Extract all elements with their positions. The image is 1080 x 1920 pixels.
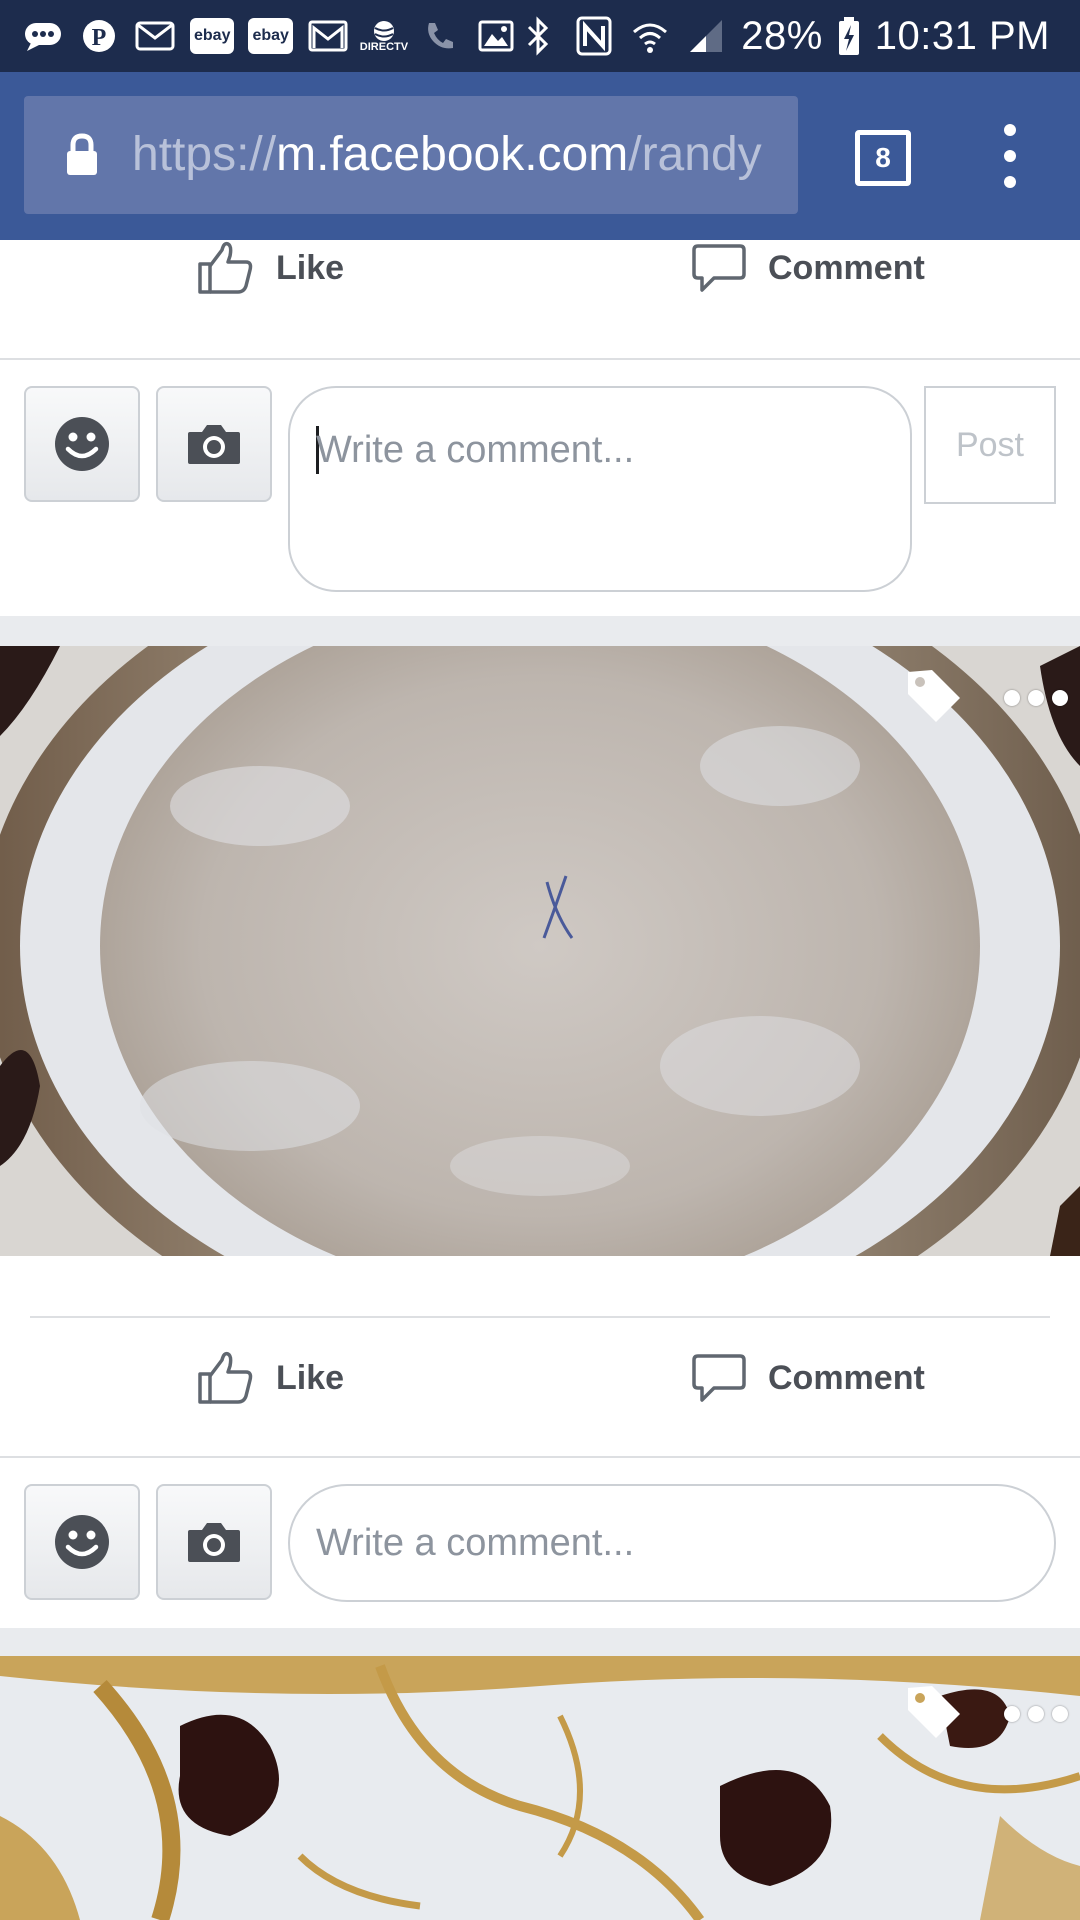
pinterest-icon: P <box>78 15 120 57</box>
menu-dot <box>1004 124 1016 136</box>
like-label: Like <box>276 1358 345 1397</box>
overflow-menu-button[interactable] <box>990 124 1030 188</box>
post-photo-1[interactable]: X <box>0 646 1080 1256</box>
notification-icons: P ebay ebay DIRECTV <box>22 0 517 72</box>
photo-more-options-button[interactable] <box>1004 690 1068 706</box>
status-bar: P ebay ebay DIRECTV 28% 10:31 PM <box>0 0 1080 72</box>
menu-dot <box>1004 176 1016 188</box>
tab-switcher-button[interactable]: 8 <box>855 130 911 186</box>
battery-charging-icon <box>837 15 861 57</box>
ebay-icon: ebay <box>190 18 235 54</box>
more-dot <box>1052 690 1068 706</box>
signal-icon <box>685 15 727 57</box>
porcelain-plate-photo <box>0 646 1080 1256</box>
photo-attach-button-2[interactable] <box>156 1484 272 1600</box>
nfc-icon <box>573 15 615 57</box>
smiley-icon <box>55 417 109 471</box>
smiley-icon <box>55 1515 109 1569</box>
wifi-icon <box>629 15 671 57</box>
divider <box>0 358 1080 360</box>
divider <box>0 1456 1080 1458</box>
post-1-actions: Like Comment <box>0 240 1080 360</box>
post-button[interactable]: Post <box>924 386 1056 504</box>
comment-bubble-icon <box>692 1354 746 1402</box>
more-dot <box>1028 690 1044 706</box>
comment-button-2[interactable]: Comment <box>692 1318 925 1438</box>
emoji-button-2[interactable] <box>24 1484 140 1600</box>
photo-attach-button[interactable] <box>156 386 272 502</box>
post-photo-2[interactable] <box>0 1656 1080 1920</box>
ebay-icon-2: ebay <box>248 18 293 54</box>
tag-icon-2[interactable] <box>904 1682 964 1742</box>
system-icons: 28% 10:31 PM <box>517 0 1050 72</box>
gallery-icon <box>475 15 517 57</box>
thumbs-up-icon <box>198 241 253 294</box>
photo-more-options-button-2[interactable] <box>1004 1706 1068 1722</box>
battery-percent: 28% <box>741 13 823 58</box>
post-1-footer: Like Comment Write a comment... Post <box>0 240 1080 616</box>
comment-bubble-icon <box>692 244 746 292</box>
menu-dot <box>1004 150 1016 162</box>
wifi-calling-icon <box>419 15 461 57</box>
messages-bubble-icon <box>22 15 64 57</box>
url-path: /randy <box>628 128 762 181</box>
tag-icon[interactable] <box>904 666 964 726</box>
like-button-2[interactable]: Like <box>196 1318 344 1438</box>
more-dot <box>1052 1706 1068 1722</box>
post-2-actions: Like Comment <box>0 1318 1080 1438</box>
more-dot <box>1028 1706 1044 1722</box>
directv-icon: DIRECTV <box>360 15 408 57</box>
post-2-footer: Like Comment Write a comment... <box>0 1256 1080 1628</box>
camera-icon <box>188 1523 240 1562</box>
url-scheme: https:// <box>132 128 277 181</box>
email-icon <box>134 15 176 57</box>
address-bar[interactable]: https://m.facebook.com/randy <box>24 96 798 214</box>
comment-input-2[interactable]: Write a comment... <box>288 1484 1056 1602</box>
comment-button[interactable]: Comment <box>692 208 925 328</box>
bluetooth-icon <box>517 15 559 57</box>
camera-icon <box>188 425 240 464</box>
comment-placeholder: Write a comment... <box>316 429 635 471</box>
clock: 10:31 PM <box>874 13 1050 58</box>
more-dot <box>1004 1706 1020 1722</box>
comment-placeholder: Write a comment... <box>316 1522 635 1564</box>
gmail-icon <box>307 15 349 57</box>
comment-label: Comment <box>768 248 925 287</box>
lock-icon <box>64 132 100 181</box>
comment-input[interactable]: Write a comment... <box>288 386 912 592</box>
like-label: Like <box>276 248 345 287</box>
url-text[interactable]: https://m.facebook.com/randy <box>132 96 792 214</box>
like-button[interactable]: Like <box>196 208 344 328</box>
url-host: m.facebook.com <box>276 128 629 181</box>
comment-label: Comment <box>768 1358 925 1397</box>
more-dot <box>1004 690 1020 706</box>
svg-text:P: P <box>92 25 107 51</box>
emoji-button[interactable] <box>24 386 140 502</box>
thumbs-up-icon <box>198 1351 253 1404</box>
